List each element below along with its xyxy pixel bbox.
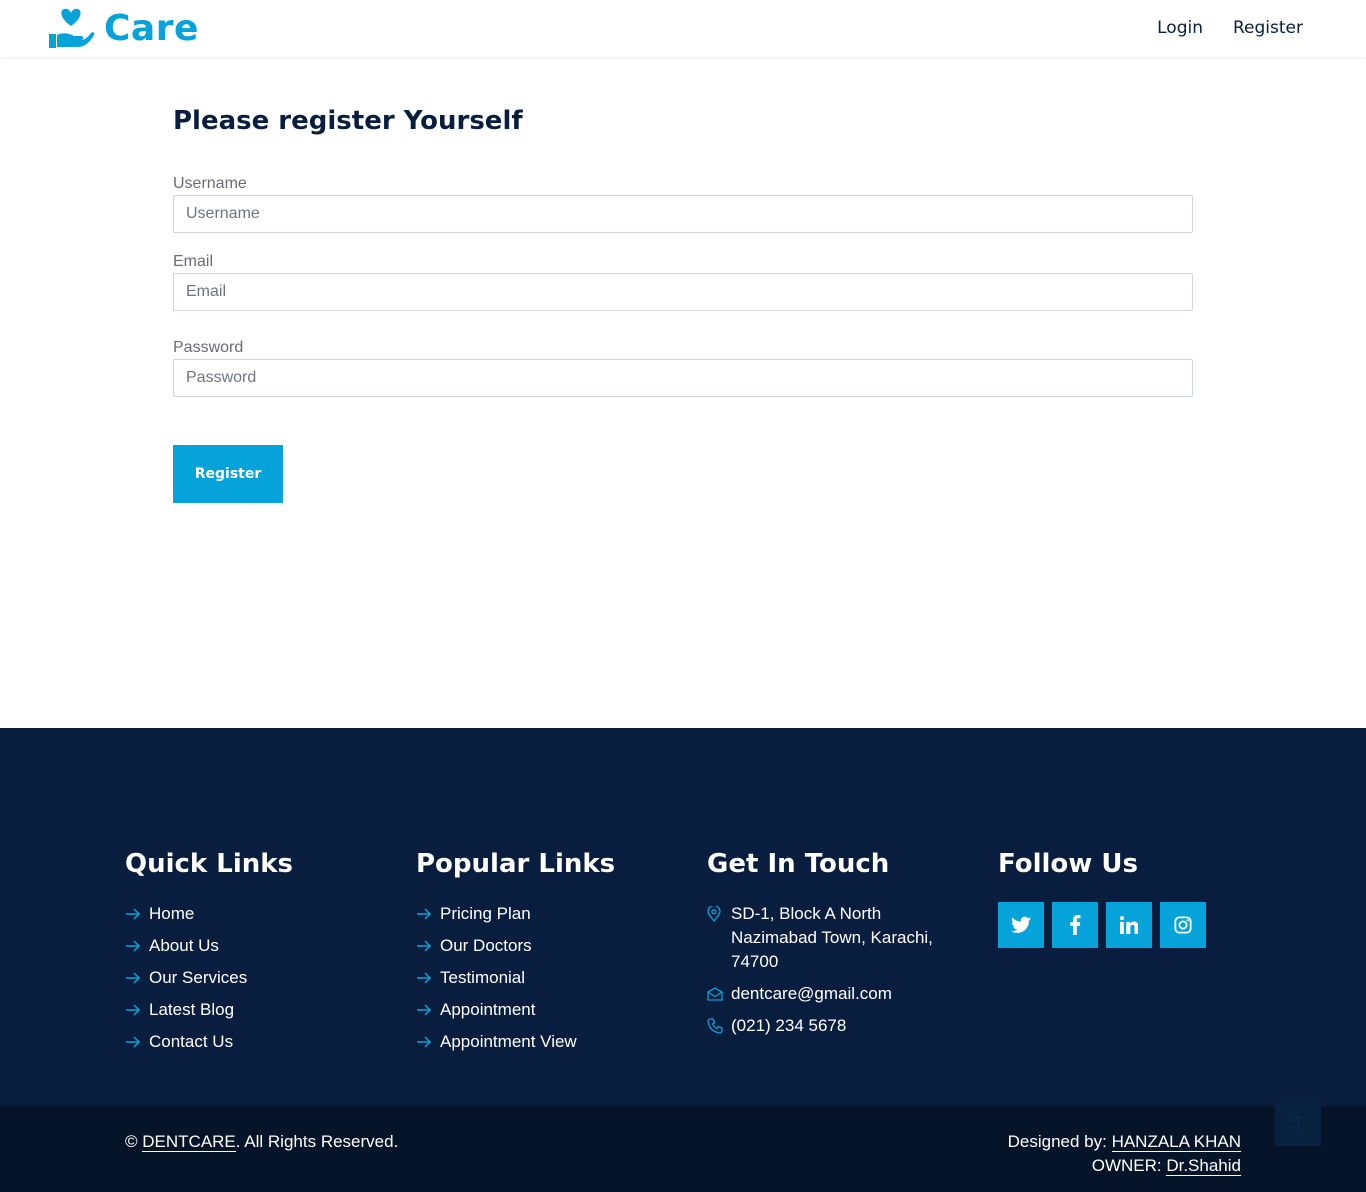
contact-address-text: SD-1, Block A North Nazimabad Town, Kara… [731,904,933,971]
map-pin-icon [707,902,723,926]
nav-login-link[interactable]: Login [1157,16,1203,40]
linkedin-icon [1120,916,1138,934]
care-hand-heart-icon [49,8,95,48]
popular-links-heading: Popular Links [416,849,616,879]
arrow-right-icon [125,998,141,1022]
designed-by-line: Designed by: HANZALA KHAN [1008,1130,1241,1154]
email-input[interactable] [173,273,1193,311]
phone-icon [707,1014,723,1038]
brand-name: Care [104,7,199,49]
arrow-right-icon [416,934,432,958]
arrow-right-icon [416,902,432,926]
popular-link-label: Appointment View [440,1032,577,1051]
credits: Designed by: HANZALA KHAN OWNER: Dr.Shah… [1008,1130,1241,1178]
contact-list: SD-1, Block A North Nazimabad Town, Kara… [707,902,967,1038]
page-title: Please register Yourself [173,106,523,136]
arrow-right-icon [125,966,141,990]
popular-link-label: Appointment [440,1000,536,1019]
copyright: © DENTCARE. All Rights Reserved. [125,1130,398,1154]
follow-column: Follow Us [998,846,1258,948]
arrow-up-icon [1291,1114,1305,1131]
back-to-top-button[interactable] [1275,1100,1321,1146]
copyright-symbol: © [125,1132,138,1151]
owner-line: OWNER: Dr.Shahid [1008,1154,1241,1178]
brand-logo-link[interactable]: Care [47,6,199,50]
social-links [998,902,1258,948]
register-form: Please register Yourself Username Email … [173,100,1193,503]
password-input[interactable] [173,359,1193,397]
quick-link-label: Latest Blog [149,1000,235,1019]
popular-link-label: Pricing Plan [440,904,531,923]
quick-link-label: Home [149,904,195,923]
popular-link-pricing[interactable]: Pricing Plan [416,902,676,926]
password-label: Password [173,339,244,356]
quick-links-heading: Quick Links [125,849,294,879]
username-input[interactable] [173,195,1193,233]
popular-link-doctors[interactable]: Our Doctors [416,934,676,958]
facebook-button[interactable] [1052,902,1098,948]
contact-heading: Get In Touch [707,849,890,879]
instagram-icon [1174,916,1192,934]
twitter-button[interactable] [998,902,1044,948]
footer: Quick Links Home About Us Our Services L… [0,728,1366,1106]
popular-links-list: Pricing Plan Our Doctors Testimonial App… [416,902,676,1054]
arrow-right-icon [416,1030,432,1054]
popular-links-column: Popular Links Pricing Plan Our Doctors T… [416,846,676,1062]
quick-link-contact[interactable]: Contact Us [125,1030,385,1054]
email-label: Email [173,253,214,270]
linkedin-button[interactable] [1106,902,1152,948]
register-button[interactable]: Register [173,445,283,503]
popular-link-label: Testimonial [440,968,526,987]
contact-phone-text: (021) 234 5678 [731,1016,847,1035]
username-label: Username [173,175,247,192]
quick-links-column: Quick Links Home About Us Our Services L… [125,846,385,1062]
envelope-icon [707,982,723,1006]
follow-heading: Follow Us [998,849,1138,879]
quick-link-blog[interactable]: Latest Blog [125,998,385,1022]
contact-email[interactable]: dentcare@gmail.com [707,982,967,1006]
quick-link-label: Contact Us [149,1032,234,1051]
quick-link-home[interactable]: Home [125,902,385,926]
popular-link-appointment[interactable]: Appointment [416,998,676,1022]
quick-link-services[interactable]: Our Services [125,966,385,990]
arrow-right-icon [125,902,141,926]
arrow-right-icon [125,1030,141,1054]
arrow-right-icon [416,966,432,990]
contact-phone[interactable]: (021) 234 5678 [707,1014,967,1038]
designer-link[interactable]: HANZALA KHAN [1111,1132,1241,1152]
nav-register-link[interactable]: Register [1233,16,1303,40]
bottom-bar: © DENTCARE. All Rights Reserved. Designe… [0,1106,1366,1192]
popular-link-label: Our Doctors [440,936,532,955]
arrow-right-icon [416,998,432,1022]
owner-prefix: OWNER: [1091,1156,1167,1175]
quick-link-label: About Us [149,936,219,955]
contact-address: SD-1, Block A North Nazimabad Town, Kara… [707,902,967,974]
copyright-brand-link[interactable]: DENTCARE [142,1132,236,1152]
instagram-button[interactable] [1160,902,1206,948]
contact-email-text: dentcare@gmail.com [731,984,892,1003]
popular-link-appointment-view[interactable]: Appointment View [416,1030,676,1054]
nav-links: Login Register [1127,16,1303,40]
quick-links-list: Home About Us Our Services Latest Blog C… [125,902,385,1054]
quick-link-label: Our Services [149,968,248,987]
popular-link-testimonial[interactable]: Testimonial [416,966,676,990]
designed-by-prefix: Designed by: [1007,1132,1112,1151]
contact-column: Get In Touch SD-1, Block A North Nazimab… [707,846,967,1046]
quick-link-about[interactable]: About Us [125,934,385,958]
arrow-right-icon [125,934,141,958]
copyright-suffix: . All Rights Reserved. [235,1132,399,1151]
twitter-icon [1011,916,1031,933]
navbar: Care Login Register [0,0,1366,57]
facebook-icon [1070,915,1081,935]
owner-link[interactable]: Dr.Shahid [1166,1156,1241,1176]
